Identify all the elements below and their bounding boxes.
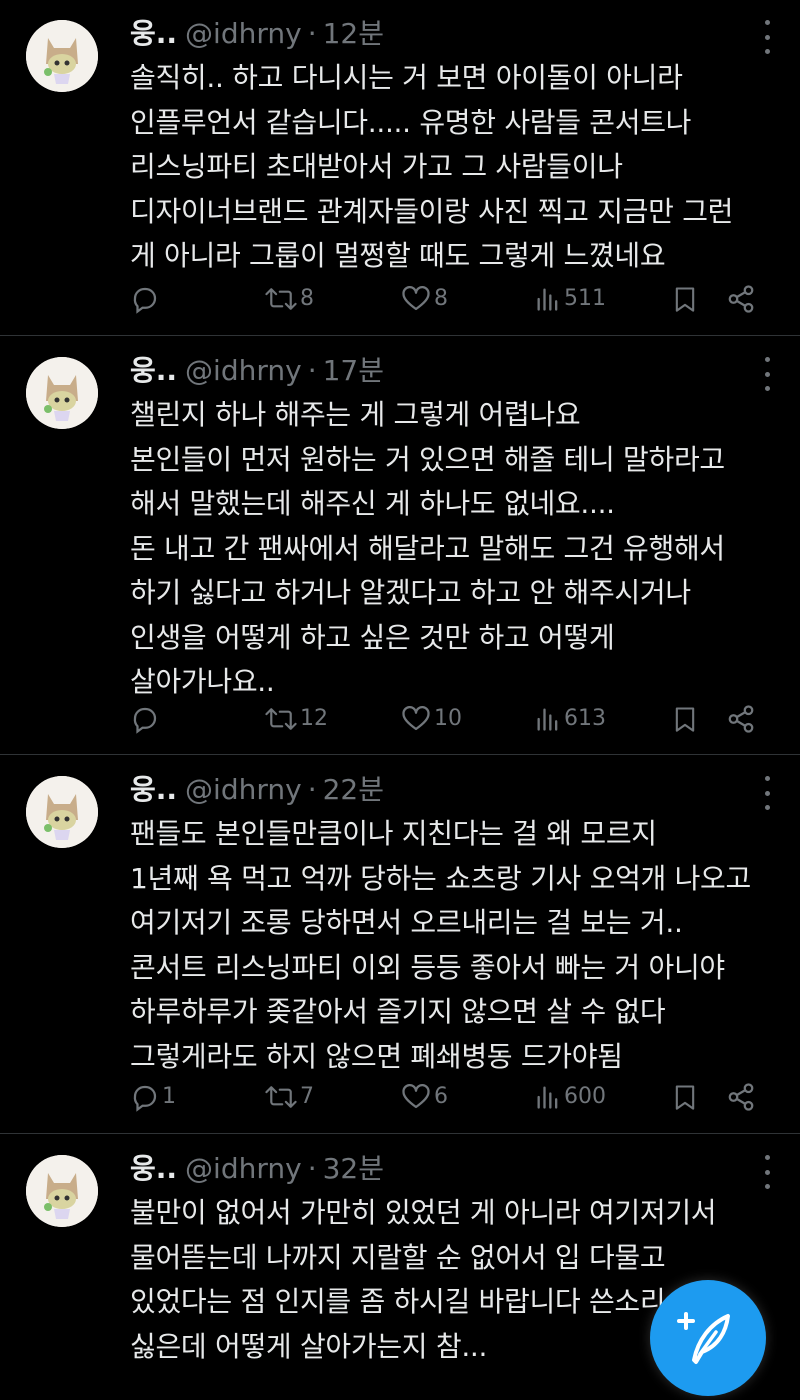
bookmark-button[interactable] (671, 1077, 699, 1117)
more-options-icon[interactable] (760, 20, 774, 54)
heart-icon (402, 1084, 430, 1109)
like-count: 10 (434, 706, 462, 731)
retweet-button[interactable]: 8 (264, 279, 314, 319)
like-button[interactable]: 8 (400, 279, 448, 319)
action-bar: 1 7 6 600 (130, 1077, 770, 1117)
compose-icon (677, 1312, 730, 1364)
display-name[interactable]: 웅.. (130, 354, 177, 387)
tweet-header: 웅.. @idhrny · 22분 (130, 770, 384, 810)
bookmark-icon (675, 1085, 695, 1110)
share-button[interactable] (726, 279, 756, 319)
like-button[interactable]: 10 (400, 699, 462, 739)
action-bar: 12 10 613 (130, 699, 770, 739)
tweet[interactable]: 웅.. @idhrny · 12분 솔직히.. 하고 다니시는 거 보면 아이돌이 아… (0, 0, 800, 336)
separator-dot: · (307, 773, 317, 806)
view-count: 511 (564, 286, 606, 311)
tweet-header: 웅.. @idhrny · 17분 (130, 351, 384, 391)
share-icon (728, 1083, 754, 1111)
display-name[interactable]: 웅.. (130, 1152, 177, 1185)
avatar[interactable] (26, 20, 98, 92)
bookmark-icon (675, 287, 695, 312)
heart-icon (402, 286, 430, 311)
timestamp[interactable]: 22분 (323, 773, 384, 806)
views-icon (537, 288, 558, 311)
share-icon (728, 705, 754, 733)
retweet-icon (265, 288, 297, 310)
retweet-count: 7 (300, 1084, 314, 1109)
retweet-icon (265, 708, 297, 730)
display-name[interactable]: 웅.. (130, 773, 177, 806)
separator-dot: · (307, 354, 317, 387)
retweet-count: 12 (300, 706, 328, 731)
retweet-count: 8 (300, 286, 314, 311)
like-count: 6 (434, 1084, 448, 1109)
more-options-icon[interactable] (760, 776, 774, 810)
bookmark-icon (675, 707, 695, 732)
retweet-button[interactable]: 7 (264, 1077, 314, 1117)
like-button[interactable]: 6 (400, 1077, 448, 1117)
timestamp[interactable]: 12분 (323, 17, 384, 50)
reply-button[interactable] (130, 699, 162, 739)
views-button[interactable]: 600 (534, 1077, 606, 1117)
views-button[interactable]: 613 (534, 699, 606, 739)
tweet-text: 솔직히.. 하고 다니시는 거 보면 아이돌이 아니라 인플루언서 같습니다..… (130, 61, 734, 272)
retweet-button[interactable]: 12 (264, 699, 328, 739)
timestamp[interactable]: 32분 (323, 1152, 384, 1185)
avatar-character-icon (26, 357, 98, 429)
tweet[interactable]: 웅.. @idhrny · 17분 챌린지 하나 해주는 게 그렇게 어렵나요 본인들… (0, 337, 800, 755)
share-button[interactable] (726, 1077, 756, 1117)
reply-icon (133, 1085, 157, 1112)
handle[interactable]: @idhrny (185, 17, 302, 50)
separator-dot: · (307, 1152, 317, 1185)
view-count: 613 (564, 706, 606, 731)
avatar-character-icon (26, 1155, 98, 1227)
views-icon (537, 708, 558, 731)
tweet-text: 팬들도 본인들만큼이나 지친다는 걸 왜 모르지 1년째 욕 먹고 억까 당하는… (130, 817, 751, 1073)
view-count: 600 (564, 1084, 606, 1109)
handle[interactable]: @idhrny (185, 1152, 302, 1185)
views-button[interactable]: 511 (534, 279, 606, 319)
avatar-character-icon (26, 776, 98, 848)
action-bar: 8 8 511 (130, 279, 770, 319)
retweet-icon (265, 1086, 297, 1108)
reply-button[interactable]: 1 (130, 1077, 176, 1117)
tweet-header: 웅.. @idhrny · 12분 (130, 14, 384, 54)
share-icon (728, 285, 754, 313)
avatar-character-icon (26, 20, 98, 92)
share-button[interactable] (726, 699, 756, 739)
tweet-text: 챌린지 하나 해주는 게 그렇게 어렵나요 본인들이 먼저 원하는 거 있으면 … (130, 398, 725, 698)
heart-icon (402, 706, 430, 731)
timestamp[interactable]: 17분 (323, 354, 384, 387)
reply-button[interactable] (130, 279, 162, 319)
bookmark-button[interactable] (671, 279, 699, 319)
handle[interactable]: @idhrny (185, 354, 302, 387)
avatar[interactable] (26, 1155, 98, 1227)
more-options-icon[interactable] (760, 357, 774, 391)
tweet-header: 웅.. @idhrny · 32분 (130, 1149, 384, 1189)
separator-dot: · (307, 17, 317, 50)
display-name[interactable]: 웅.. (130, 17, 177, 50)
avatar[interactable] (26, 776, 98, 848)
compose-button[interactable] (650, 1280, 766, 1396)
like-count: 8 (434, 286, 448, 311)
views-icon (537, 1086, 558, 1109)
reply-count: 1 (162, 1084, 176, 1109)
avatar[interactable] (26, 357, 98, 429)
bookmark-button[interactable] (671, 699, 699, 739)
reply-icon (133, 287, 157, 314)
handle[interactable]: @idhrny (185, 773, 302, 806)
tweet[interactable]: 웅.. @idhrny · 22분 팬들도 본인들만큼이나 지친다는 걸 왜 모르지 … (0, 756, 800, 1134)
reply-icon (133, 707, 157, 734)
more-options-icon[interactable] (760, 1155, 774, 1189)
